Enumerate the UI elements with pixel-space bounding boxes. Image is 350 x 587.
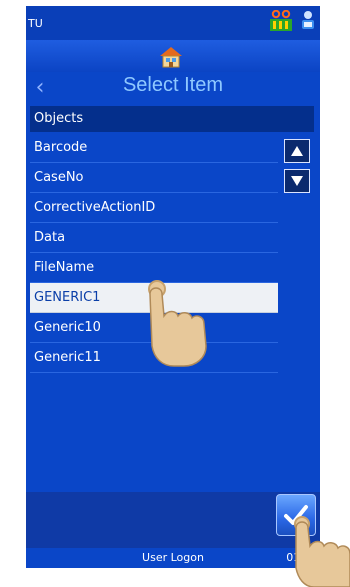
list-item-data[interactable]: Data: [30, 223, 278, 253]
home-icon[interactable]: [159, 46, 183, 68]
status-bar: TU: [26, 6, 320, 40]
scroll-up-button[interactable]: [284, 139, 310, 163]
list-item-caseno[interactable]: CaseNo: [30, 163, 278, 193]
scroll-up-icon: [291, 146, 303, 156]
list-item-barcode[interactable]: Barcode: [30, 133, 278, 163]
tap-hand-icon: [148, 280, 207, 367]
user-logon-link[interactable]: User Logon: [26, 551, 320, 564]
list-item-correctiveactionid[interactable]: CorrectiveActionID: [30, 193, 278, 223]
bottom-bar: User Logon 01:02: [26, 548, 320, 568]
page-title: Select Item: [122, 74, 224, 96]
tap-hand-icon: [294, 516, 350, 587]
scroll-down-icon: [291, 176, 303, 186]
list-header: Objects: [30, 106, 314, 132]
home-bar: [26, 40, 320, 72]
title-bar: ‹ Select Item: [26, 72, 320, 106]
scroll-down-button[interactable]: [284, 169, 310, 193]
user-device-icon: [302, 11, 314, 29]
status-title: TU: [28, 17, 43, 30]
network-printer-icon: [270, 10, 292, 31]
